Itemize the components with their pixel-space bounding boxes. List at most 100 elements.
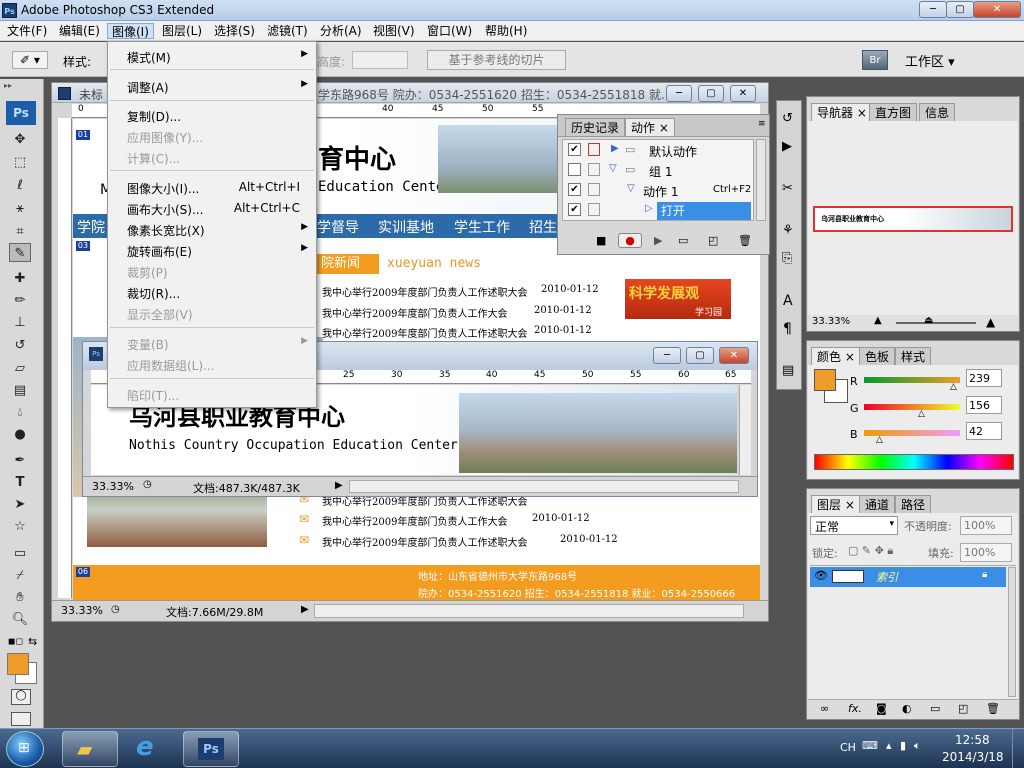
layer-mask-icon[interactable]: ◙: [876, 702, 887, 715]
action-row[interactable]: ✔ ▽ 动作 1 Ctrl+F2: [563, 181, 753, 201]
doc-minimize-button[interactable]: ─: [666, 85, 692, 102]
navigator-thumbnail[interactable]: 乌河县职业教育中心: [813, 206, 1013, 232]
foreground-color-swatch[interactable]: [7, 653, 29, 675]
tab-styles[interactable]: 样式: [895, 347, 932, 365]
menu-layer[interactable]: 图层(L): [158, 23, 206, 39]
zoom-in-icon[interactable]: ▲: [986, 315, 995, 329]
taskbar-explorer-button[interactable]: ▰: [62, 731, 118, 767]
action-row[interactable]: ✔ ▶ ▭ 默认动作: [563, 141, 753, 161]
menu-item-crop[interactable]: 裁剪(P): [127, 264, 168, 281]
checkbox-icon[interactable]: ✔: [568, 143, 581, 156]
menu-analysis[interactable]: 分析(A): [316, 23, 366, 39]
action-row-selected[interactable]: ✔ ▷ 打开: [563, 201, 753, 221]
character-icon[interactable]: A: [783, 293, 793, 309]
g-slider-thumb-icon[interactable]: △: [918, 409, 925, 419]
fill-input[interactable]: 100%: [960, 543, 1012, 562]
fx-icon[interactable]: fx.: [848, 702, 862, 715]
menu-view[interactable]: 视图(V): [369, 23, 419, 39]
language-indicator[interactable]: CH: [840, 741, 856, 754]
tab-info[interactable]: 信息: [919, 103, 956, 121]
record-icon[interactable]: ●: [618, 233, 642, 248]
eraser-tool-icon[interactable]: ▱: [9, 359, 31, 378]
r-slider[interactable]: [864, 377, 960, 383]
menu-item-rotate-canvas[interactable]: 旋转画布(E): [127, 243, 192, 260]
doc2-zoom[interactable]: 33.33%: [92, 480, 134, 493]
volume-icon[interactable]: 🔈︎: [914, 739, 921, 753]
eye-icon[interactable]: 👁︎: [814, 569, 828, 582]
dialog-toggle-icon[interactable]: [588, 183, 600, 196]
menu-item-canvas-size[interactable]: 画布大小(S)...: [127, 201, 203, 218]
eyedropper-tool-icon[interactable]: ⌿: [9, 566, 31, 585]
b-value-input[interactable]: 42: [966, 422, 1002, 440]
blend-mode-select[interactable]: 正常 ▾: [810, 516, 898, 535]
zoom-tool-icon[interactable]: 🔍︎: [9, 610, 31, 629]
lasso-tool-icon[interactable]: ℓ: [9, 176, 31, 195]
doc-close-button[interactable]: ✕: [730, 85, 756, 102]
layer-row-selected[interactable]: 👁︎ 索引 🔒︎: [810, 567, 1006, 587]
play-icon[interactable]: ▶: [654, 234, 662, 247]
default-colors-icon[interactable]: ◼◻: [8, 637, 23, 647]
lock-icons[interactable]: ▢ ✎ ✥ 🔒︎: [848, 544, 893, 558]
clone-stamp-tool-icon[interactable]: ⊥: [9, 313, 31, 332]
tab-actions[interactable]: 动作 ×: [625, 118, 675, 136]
color-fg-swatch[interactable]: [814, 369, 836, 391]
status-arrow-icon[interactable]: ▶: [335, 480, 343, 491]
toolbox-grip-icon[interactable]: ▸▸: [4, 81, 40, 91]
collapse-icon[interactable]: ▽: [627, 183, 635, 194]
adjustment-layer-icon[interactable]: ◐: [902, 702, 912, 715]
action-row[interactable]: ▽ ▭ 组 1: [563, 161, 753, 181]
maximize-button[interactable]: ▢: [946, 1, 974, 18]
tray-arrow-icon[interactable]: ▴: [886, 739, 892, 752]
menu-item-image-size[interactable]: 图像大小(I)...: [127, 180, 199, 197]
menu-item-pixel-aspect[interactable]: 像素长宽比(X): [127, 222, 205, 239]
opacity-input[interactable]: 100%: [960, 516, 1012, 535]
dodge-tool-icon[interactable]: ●: [9, 425, 31, 444]
zoom-slider[interactable]: [896, 322, 976, 324]
menu-item-variables[interactable]: 变量(B): [127, 336, 169, 353]
stop-icon[interactable]: ■: [596, 234, 606, 247]
brush-tool-icon[interactable]: ✏: [9, 291, 31, 310]
menu-edit[interactable]: 编辑(E): [55, 23, 104, 39]
menu-window[interactable]: 窗口(W): [423, 23, 476, 39]
magic-wand-tool-icon[interactable]: ⚹: [9, 199, 31, 218]
layers-scrollbar[interactable]: [1008, 567, 1016, 697]
zoom-out-icon[interactable]: ▲: [874, 315, 882, 326]
crop-tool-icon[interactable]: ⌗: [9, 222, 31, 241]
menu-item-reveal-all[interactable]: 显示全部(V): [127, 306, 193, 323]
history-brush-tool-icon[interactable]: ↺: [9, 336, 31, 355]
menu-help[interactable]: 帮助(H): [481, 23, 531, 39]
navigator-zoom[interactable]: 33.33%: [812, 316, 850, 327]
layer-name[interactable]: 索引: [876, 569, 898, 585]
b-slider-thumb-icon[interactable]: △: [876, 435, 883, 445]
status-arrow-icon[interactable]: ▶: [301, 604, 309, 615]
g-slider[interactable]: [864, 404, 960, 410]
dialog-toggle-icon[interactable]: [588, 203, 600, 216]
shape-tool-icon[interactable]: ☆: [9, 517, 31, 536]
close-button[interactable]: ✕: [973, 1, 1021, 18]
menu-item-duplicate[interactable]: 复制(D)...: [127, 108, 181, 125]
menu-item-adjustments[interactable]: 调整(A): [127, 79, 169, 96]
tab-layers[interactable]: 图层 ×: [811, 495, 861, 513]
hand-tool-icon[interactable]: ✋︎: [9, 588, 31, 607]
history-panel-icon[interactable]: ↺: [782, 111, 793, 126]
menu-image[interactable]: 图像(I): [107, 23, 154, 39]
actions-panel-icon[interactable]: ▶: [782, 139, 792, 154]
horizontal-scrollbar[interactable]: [314, 604, 744, 618]
actions-scrollbar[interactable]: [756, 139, 766, 221]
network-icon[interactable]: ▮: [900, 739, 906, 752]
menu-filter[interactable]: 滤镜(T): [263, 23, 312, 39]
menu-item-apply-data-set[interactable]: 应用数据组(L)...: [127, 357, 215, 374]
clone-source-icon[interactable]: ⎘: [782, 251, 792, 266]
tab-history[interactable]: 历史记录: [565, 118, 626, 136]
clock-time[interactable]: 12:58: [955, 733, 990, 747]
trash-icon[interactable]: 🗑︎: [738, 234, 752, 247]
swap-colors-icon[interactable]: ⇆: [28, 635, 37, 648]
status-menu-icon[interactable]: ◷: [111, 604, 120, 615]
tab-histogram[interactable]: 直方图: [869, 103, 918, 121]
slice-tool-icon[interactable]: ✎: [9, 243, 31, 262]
tab-paths[interactable]: 路径: [895, 495, 932, 513]
menu-file[interactable]: 文件(F): [3, 23, 51, 39]
menu-item-trim[interactable]: 裁切(R)...: [127, 285, 180, 302]
keyboard-icon[interactable]: ⌨: [862, 739, 878, 752]
gradient-tool-icon[interactable]: ▤: [9, 381, 31, 400]
